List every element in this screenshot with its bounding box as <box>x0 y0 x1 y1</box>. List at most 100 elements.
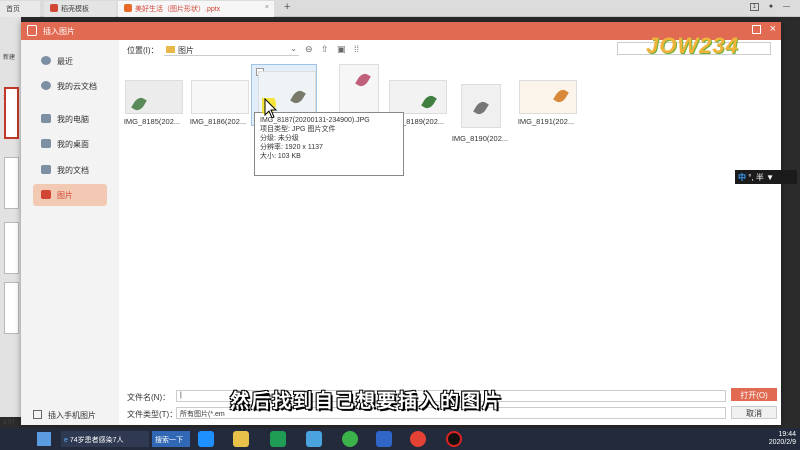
file-item[interactable]: IMG_8186(202... <box>185 80 251 150</box>
clock-time: 19:44 <box>778 431 796 438</box>
ie-icon[interactable] <box>198 431 214 447</box>
watermark-logo: JOW234 <box>646 33 739 58</box>
windows-taskbar: e 74岁患者感染7人 搜索一下 19:44 2020/2/9 <box>0 428 800 450</box>
new-label[interactable]: 新建 <box>3 52 15 61</box>
minimize-icon[interactable]: — <box>783 3 790 10</box>
app-tab-bar: 首页 稻壳模板 美好生活（图片形状）.pptx × + 1 ● — <box>0 0 800 17</box>
sidebar-item-pictures[interactable]: 图片 <box>33 184 107 206</box>
view-mode-icon[interactable]: ⁞⁞ <box>354 44 366 55</box>
sidebar-item-recent[interactable]: 最近 <box>33 50 107 72</box>
user-icon[interactable]: ● <box>769 3 773 10</box>
document-folder-icon <box>41 165 51 174</box>
cancel-button[interactable]: 取消 <box>731 406 777 419</box>
new-folder-icon[interactable]: ▣ <box>337 44 349 55</box>
slide-thumbnail[interactable] <box>4 157 19 209</box>
file-name: IMG_8191(202... <box>517 117 575 126</box>
open-button[interactable]: 打开(O) <box>731 388 777 401</box>
file-explorer-icon[interactable] <box>233 431 249 447</box>
desktop-icon <box>41 139 51 148</box>
cloud-icon <box>41 81 51 90</box>
tooltip-filename: IMG_8187(20200131-234900).JPG <box>260 117 370 124</box>
folder-icon <box>166 46 175 53</box>
slide-thumbnail[interactable] <box>4 87 19 139</box>
sidebar-item-label: 图片 <box>57 191 73 200</box>
file-name: IMG_8190(202... <box>451 134 509 143</box>
slide-thumbnail[interactable] <box>4 222 19 274</box>
tooltip-rating: 分级: 未分级 <box>260 135 299 142</box>
sidebar-item-documents[interactable]: 我的文档 <box>33 159 107 181</box>
chrome-icon[interactable] <box>410 431 426 447</box>
tooltip-resolution: 分辨率: 1920 x 1137 <box>260 144 323 151</box>
tab-label: 美好生活（图片形状）.pptx <box>135 6 221 13</box>
insert-phone-picture-button[interactable]: 插入手机图片 <box>33 410 96 421</box>
up-folder-icon[interactable]: ⇧ <box>321 44 333 55</box>
tab-label: 稻壳模板 <box>61 6 89 13</box>
sidebar-item-desktop[interactable]: 我的桌面 <box>33 133 107 155</box>
tab-pptx-document[interactable]: 美好生活（图片形状）.pptx × <box>118 1 274 17</box>
docer-icon <box>50 4 58 12</box>
maximize-icon[interactable] <box>752 25 761 34</box>
ime-mode: 中 <box>738 173 746 182</box>
file-name: IMG_8185(202... <box>123 117 181 126</box>
location-dropdown[interactable]: 图片 ⌄ <box>164 43 299 56</box>
sidebar-item-label: 我的桌面 <box>57 140 89 149</box>
image-thumbnail <box>461 84 501 128</box>
taskbar-news[interactable]: e 74岁患者感染7人 <box>61 431 149 447</box>
image-thumbnail <box>519 80 577 114</box>
file-item[interactable]: IMG_8190(202... <box>447 80 513 150</box>
sidebar-item-my-computer[interactable]: 我的电脑 <box>33 108 107 130</box>
image-thumbnail <box>125 80 183 114</box>
slide-thumbnail[interactable] <box>4 282 19 334</box>
file-item[interactable]: IMG_8191(202... <box>513 80 579 150</box>
chevron-down-icon: ⌄ <box>290 44 297 53</box>
windows-start-icon[interactable] <box>37 432 51 446</box>
sidebar-item-cloud-docs[interactable]: 我的云文档 <box>33 75 107 97</box>
filetype-label: 文件类型(T)： <box>127 410 178 419</box>
tooltip-size: 大小: 103 KB <box>260 153 301 160</box>
back-icon[interactable]: ⊖ <box>305 44 317 55</box>
image-thumbnail <box>389 80 447 114</box>
taskbar-search-button[interactable]: 搜索一下 <box>152 431 190 447</box>
location-label: 位置(I)： <box>127 46 159 55</box>
close-icon[interactable]: × <box>770 23 776 35</box>
file-tooltip: IMG_8187(20200131-234900).JPG 项目类型: JPG … <box>254 112 404 176</box>
sidebar-item-label: 最近 <box>57 57 73 66</box>
wps-writer-icon[interactable] <box>376 431 392 447</box>
close-tab-icon[interactable]: × <box>265 4 269 11</box>
mouse-cursor-icon <box>262 98 278 119</box>
ppt-file-icon <box>124 4 132 12</box>
image-thumbnail <box>191 80 249 114</box>
store-icon[interactable] <box>270 431 286 447</box>
slide-panel: 新建 1 幻灯 <box>0 17 21 426</box>
window-count-badge[interactable]: 1 <box>749 3 759 11</box>
topbar-controls: 1 ● — <box>742 3 790 11</box>
360-browser-icon[interactable] <box>342 431 358 447</box>
clock-icon <box>41 56 51 65</box>
news-text: 74岁患者感染7人 <box>69 437 124 444</box>
record-icon[interactable] <box>446 431 462 447</box>
sidebar-item-label: 我的电脑 <box>57 115 89 124</box>
new-tab-button[interactable]: + <box>284 1 290 13</box>
tab-home[interactable]: 首页 <box>0 1 40 17</box>
file-item[interactable]: IMG_8185(202... <box>119 80 185 150</box>
baidu-netdisk-icon[interactable] <box>306 431 322 447</box>
file-name: IMG_8186(202... <box>189 117 247 126</box>
view-label: 幻灯 <box>3 420 16 426</box>
clock-date: 2020/2/9 <box>768 439 796 446</box>
sidebar-item-label: 我的文档 <box>57 166 89 175</box>
ime-punct: °, 半 <box>748 173 764 182</box>
dialog-title: 插入图片 <box>43 27 75 36</box>
shirt-icon: ▼ <box>766 173 775 182</box>
tab-docer-templates[interactable]: 稻壳模板 <box>44 1 116 17</box>
system-clock[interactable]: 19:44 2020/2/9 <box>769 431 796 447</box>
filename-label: 文件名(N)： <box>127 393 171 402</box>
folder-icon <box>41 190 51 199</box>
sidebar-item-label: 我的云文档 <box>57 82 97 91</box>
computer-icon <box>41 114 51 123</box>
ime-toolbar[interactable]: 中 °, 半 ▼ <box>735 170 797 184</box>
location-value: 图片 <box>178 46 194 55</box>
video-caption: 然后找到自己想要插入的图片 <box>230 391 504 412</box>
dialog-sidebar: 最近 我的云文档 我的电脑 我的桌面 我的文档 图片 <box>21 40 119 425</box>
image-thumbnail <box>339 64 379 114</box>
insert-picture-dialog: 插入图片 × 最近 我的云文档 我的电脑 我的桌面 我的文档 图片 插入手机图片… <box>21 22 781 425</box>
